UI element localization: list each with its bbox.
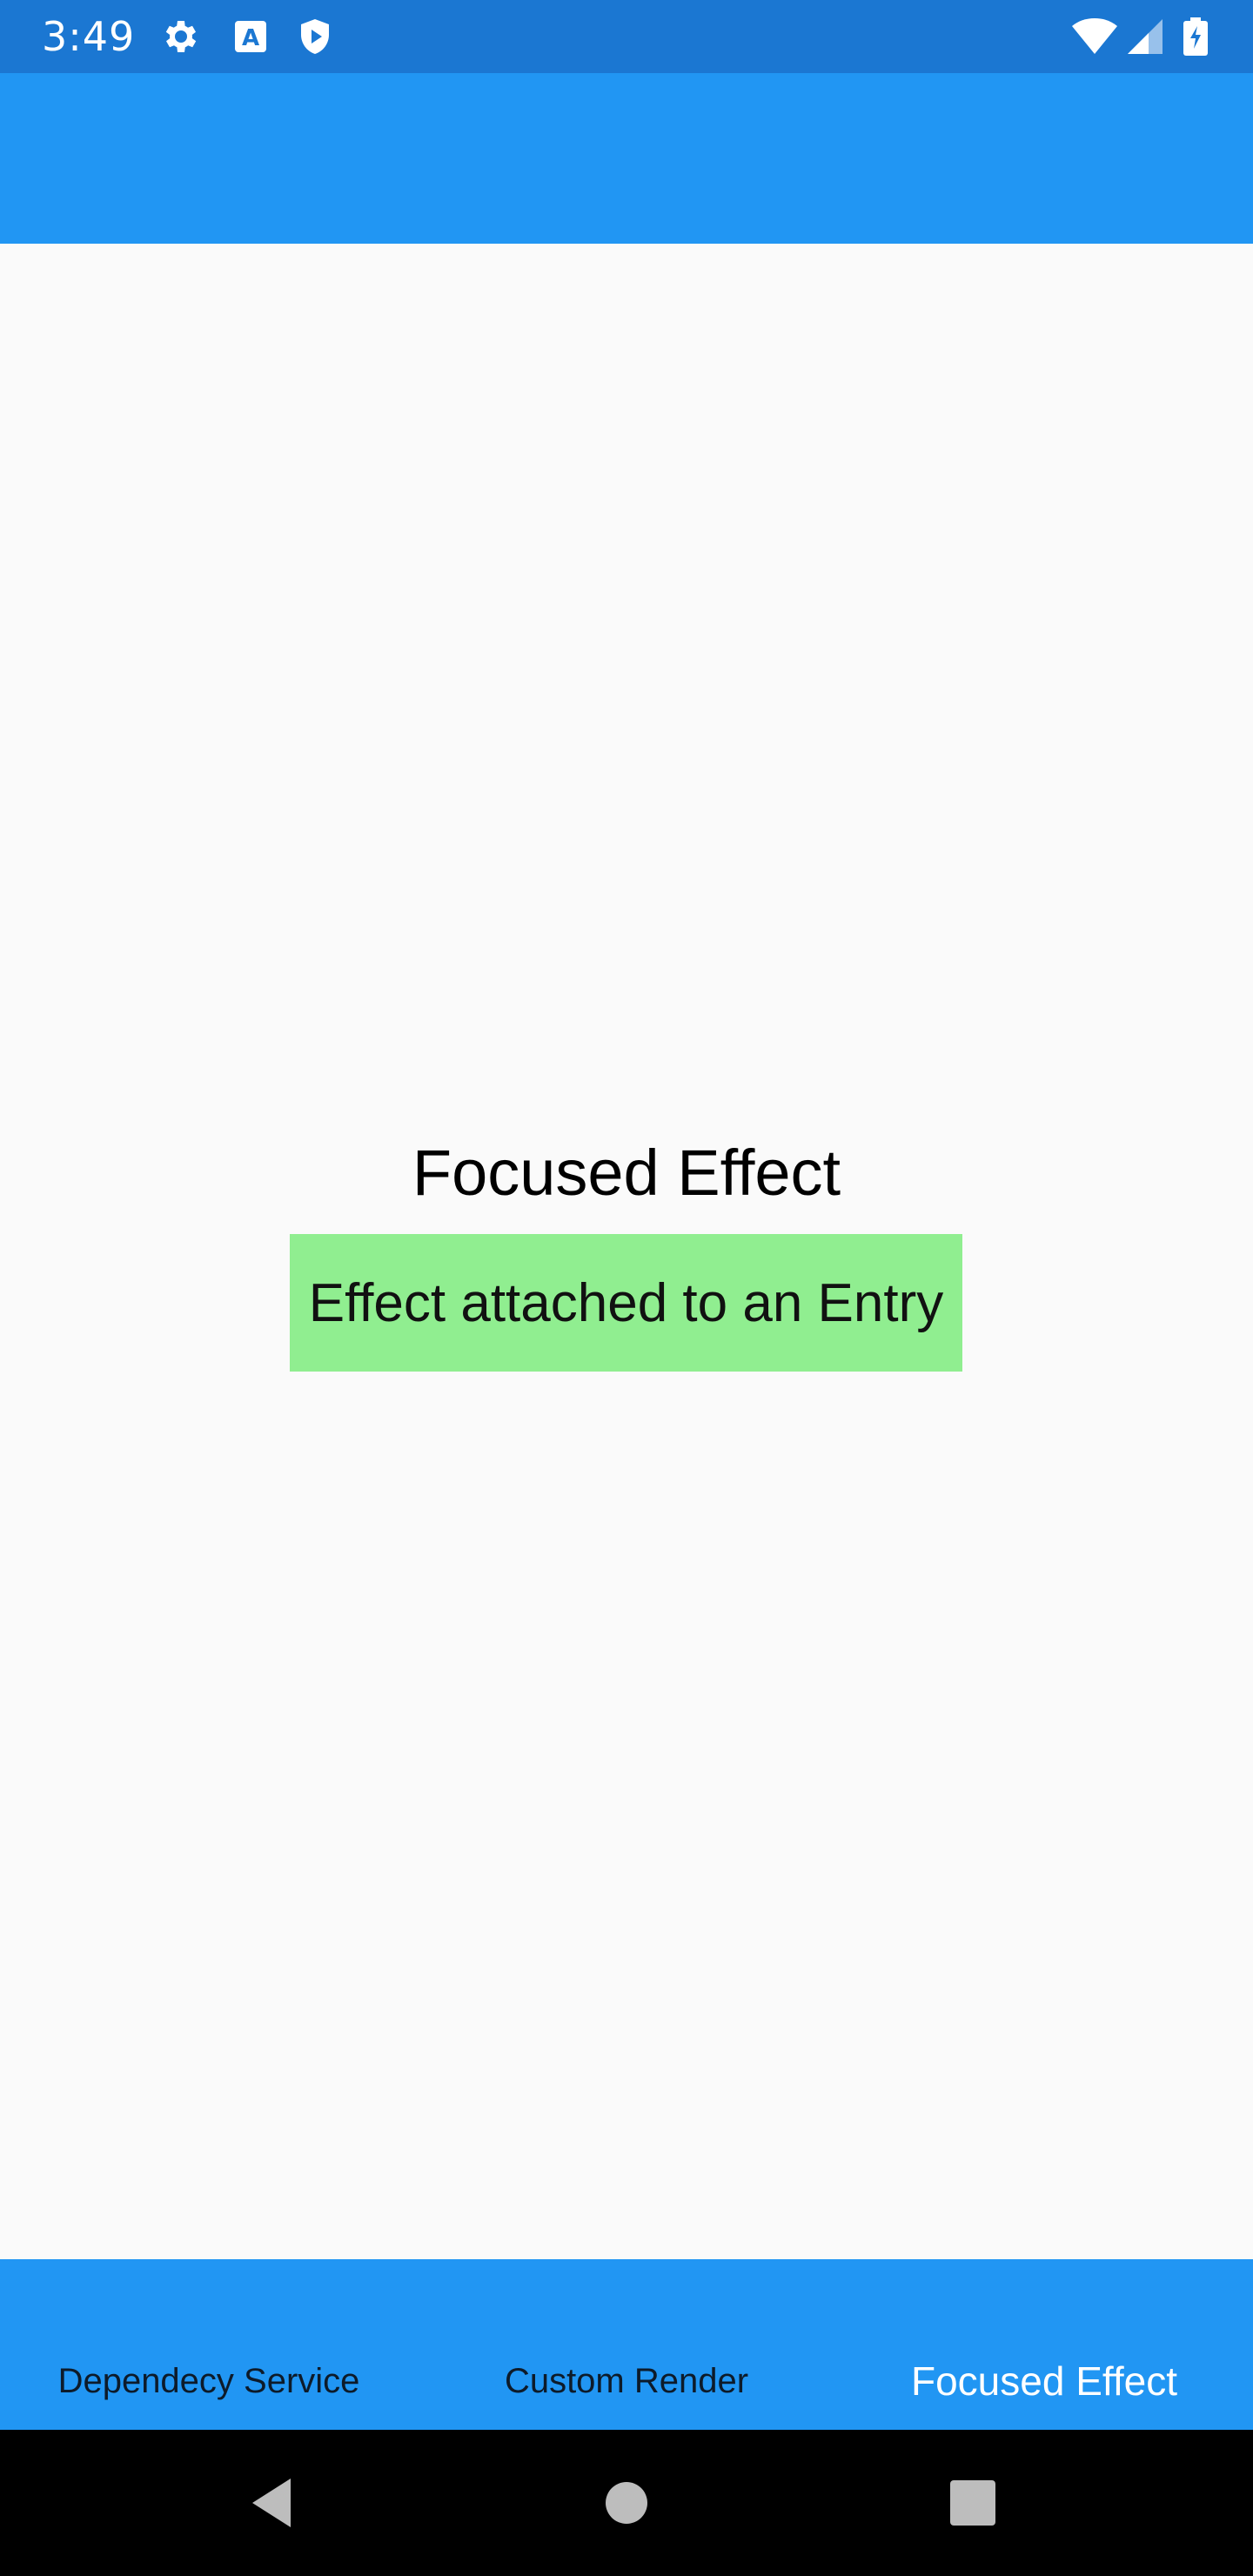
- tab-focused-effect[interactable]: Focused Effect: [835, 2259, 1253, 2430]
- gear-icon: [160, 16, 202, 57]
- wifi-icon: [1070, 16, 1119, 57]
- tab-label: Focused Effect: [911, 2358, 1177, 2404]
- system-nav-bar: [0, 2430, 1253, 2576]
- cellular-icon: [1124, 16, 1166, 57]
- page-title: Focused Effect: [412, 1137, 841, 1209]
- content-area: Focused Effect: [0, 244, 1253, 2259]
- tab-label: Dependecy Service: [57, 2362, 360, 2400]
- shield-play-icon: [294, 16, 336, 57]
- back-icon[interactable]: [242, 2468, 312, 2538]
- home-icon[interactable]: [592, 2468, 661, 2538]
- a-badge-icon: A: [230, 16, 271, 57]
- status-bar: 3:49 A: [0, 0, 1253, 73]
- battery-charging-icon: [1180, 16, 1211, 57]
- recents-icon[interactable]: [938, 2468, 1008, 2538]
- tab-custom-render[interactable]: Custom Render: [418, 2259, 835, 2430]
- tab-dependency-service[interactable]: Dependecy Service: [0, 2259, 418, 2430]
- app-bar: [0, 73, 1253, 244]
- status-time: 3:49: [42, 13, 136, 60]
- bottom-tab-bar: Dependecy Service Custom Render Focused …: [0, 2259, 1253, 2430]
- svg-text:A: A: [242, 25, 259, 51]
- tab-label: Custom Render: [504, 2362, 749, 2400]
- effect-entry-field[interactable]: [290, 1234, 962, 1372]
